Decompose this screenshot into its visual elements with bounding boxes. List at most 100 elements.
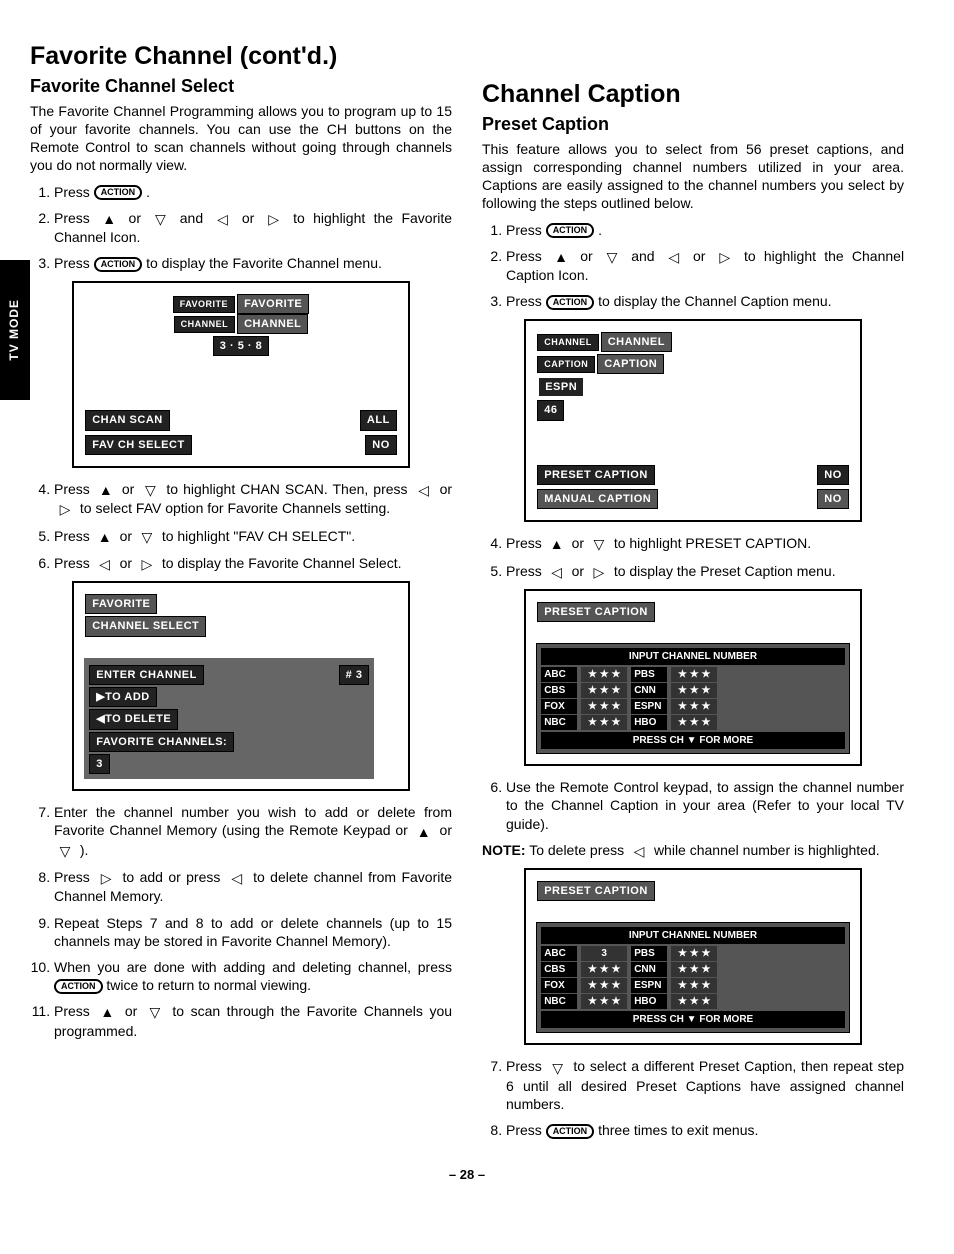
- channel-name: FOX: [541, 978, 577, 993]
- right-icon: ▷: [263, 210, 285, 228]
- channel-value: ★ ★ ★: [581, 699, 627, 714]
- fav-step-4: Press ▲ or ▽ to highlight CHAN SCAN. The…: [54, 480, 452, 519]
- action-button-icon: ACTION: [94, 257, 143, 272]
- page-number: – 28 –: [30, 1167, 904, 1184]
- osd-text: CHANNEL: [237, 314, 308, 334]
- fav-step-9: Repeat Steps 7 and 8 to add or delete ch…: [54, 914, 452, 950]
- left-column: Favorite Channel (cont'd.) Favorite Chan…: [30, 40, 452, 1147]
- caption-steps-cont3: Press ▽ to select a different Preset Cap…: [482, 1057, 904, 1139]
- fav-step-7: Enter the channel number you wish to add…: [54, 803, 452, 860]
- action-button-icon: ACTION: [94, 185, 143, 200]
- osd-table-row: CBS★ ★ ★CNN★ ★ ★: [541, 962, 845, 977]
- fav-step-6: Press ◁ or ▷ to display the Favorite Cha…: [54, 554, 452, 573]
- osd-screen-preset-caption-2: PRESET CAPTION INPUT CHANNEL NUMBER ABC3…: [524, 868, 862, 1045]
- channel-name: HBO: [631, 715, 667, 730]
- channel-name: CBS: [541, 962, 577, 977]
- caption-steps-cont: Press ▲ or ▽ to highlight PRESET CAPTION…: [482, 534, 904, 581]
- right-icon: ▷: [95, 869, 117, 887]
- osd-table-header: INPUT CHANNEL NUMBER: [541, 648, 845, 665]
- channel-name: CBS: [541, 683, 577, 698]
- osd-text: ENTER CHANNEL: [89, 665, 204, 685]
- side-tab: TV MODE: [0, 260, 30, 400]
- side-tab-text: TV MODE: [7, 299, 23, 361]
- osd-text: NO: [817, 465, 849, 485]
- left-icon: ◁: [628, 842, 650, 860]
- osd-table-footer: PRESS CH ▼ FOR MORE: [541, 1011, 845, 1028]
- osd-text: FAVORITE: [173, 296, 235, 314]
- action-button-icon: ACTION: [54, 979, 103, 994]
- osd-text: FAVORITE: [85, 594, 157, 614]
- action-button-icon: ACTION: [546, 1124, 595, 1139]
- cap-step-8: Press ACTION three times to exit menus.: [506, 1121, 904, 1139]
- channel-value: ★ ★ ★: [581, 962, 627, 977]
- osd-text: PRESET CAPTION: [537, 881, 655, 901]
- channel-value: ★ ★ ★: [581, 683, 627, 698]
- channel-name: PBS: [631, 667, 667, 682]
- down-icon: ▽: [139, 481, 161, 499]
- osd-table-footer: PRESS CH ▼ FOR MORE: [541, 732, 845, 749]
- channel-value: ★ ★ ★: [671, 978, 717, 993]
- right-column: Channel Caption Preset Caption This feat…: [482, 40, 904, 1147]
- left-icon: ◁: [226, 869, 248, 887]
- right-icon: ▷: [136, 555, 158, 573]
- channel-name: FOX: [541, 699, 577, 714]
- osd-text: CHANNEL: [537, 334, 599, 352]
- osd-text: PRESET CAPTION: [537, 465, 655, 485]
- down-icon: ▽: [136, 528, 158, 546]
- osd-text: NO: [817, 489, 849, 509]
- up-icon: ▲: [95, 481, 117, 499]
- channel-value: ★ ★ ★: [671, 994, 717, 1009]
- fav-steps: Press ACTION . Press ▲ or ▽ and ◁ or ▷ t…: [30, 183, 452, 273]
- channel-name: ABC: [541, 946, 577, 961]
- osd-table-row: ABC3PBS★ ★ ★: [541, 946, 845, 961]
- cap-step-3: Press ACTION to display the Channel Capt…: [506, 292, 904, 310]
- left-icon: ◁: [546, 563, 568, 581]
- channel-value: ★ ★ ★: [581, 978, 627, 993]
- channel-name: NBC: [541, 715, 577, 730]
- osd-screen-channel-caption: CHANNELCHANNEL CAPTIONCAPTION ESPN 46 PR…: [524, 319, 862, 523]
- left-icon: ◁: [413, 481, 435, 499]
- osd-table-row: CBS★ ★ ★CNN★ ★ ★: [541, 683, 845, 698]
- osd-text: MANUAL CAPTION: [537, 489, 658, 509]
- osd-text: ▶TO ADD: [89, 687, 157, 707]
- osd-table-row: FOX★ ★ ★ESPN★ ★ ★: [541, 978, 845, 993]
- manual-page: TV MODE Favorite Channel (cont'd.) Favor…: [30, 40, 904, 1184]
- channel-name: CNN: [631, 962, 667, 977]
- osd-preset-table: INPUT CHANNEL NUMBER ABC3PBS★ ★ ★CBS★ ★ …: [536, 922, 850, 1033]
- osd-table-row: ABC★ ★ ★PBS★ ★ ★: [541, 667, 845, 682]
- channel-value: ★ ★ ★: [581, 667, 627, 682]
- caption-steps-cont2: Use the Remote Control keypad, to assign…: [482, 778, 904, 833]
- fav-step-3: Press ACTION to display the Favorite Cha…: [54, 254, 452, 272]
- osd-text: ESPN: [537, 376, 585, 398]
- note-label: NOTE:: [482, 842, 526, 858]
- fav-step-5: Press ▲ or ▽ to highlight "FAV CH SELECT…: [54, 527, 452, 546]
- osd-text: CHANNEL: [601, 332, 672, 352]
- caption-intro: This feature allows you to select from 5…: [482, 140, 904, 213]
- up-icon: ▲: [98, 210, 120, 228]
- osd-text: # 3: [339, 665, 370, 685]
- osd-preset-table: INPUT CHANNEL NUMBER ABC ★ ★ ★ PBS ★ ★ ★ CBS…: [536, 643, 850, 754]
- cap-step-2: Press ▲ or ▽ and ◁ or ▷ to highlight the…: [506, 247, 904, 284]
- channel-value: ★ ★ ★: [581, 715, 627, 730]
- fav-intro: The Favorite Channel Programming allows …: [30, 102, 452, 175]
- osd-screen-preset-caption-1: PRESET CAPTION INPUT CHANNEL NUMBER ABC★…: [524, 589, 862, 766]
- fav-step-8: Press ▷ to add or press ◁ to delete chan…: [54, 868, 452, 905]
- channel-name: PBS: [631, 946, 667, 961]
- up-icon: ▲: [550, 248, 572, 266]
- channel-name: ABC: [541, 667, 577, 682]
- cap-step-7: Press ▽ to select a different Preset Cap…: [506, 1057, 904, 1113]
- left-icon: ◁: [94, 555, 116, 573]
- heading-channel-caption: Channel Caption: [482, 78, 904, 111]
- osd-table-row: FOX★ ★ ★ESPN★ ★ ★: [541, 699, 845, 714]
- channel-value: ★ ★ ★: [671, 683, 717, 698]
- osd-text: ◀TO DELETE: [89, 709, 178, 729]
- down-icon: ▽: [588, 536, 610, 554]
- fav-step-2: Press ▲ or ▽ and ◁ or ▷ to highlight the…: [54, 209, 452, 246]
- up-icon: ▲: [546, 536, 568, 554]
- osd-text: 3: [89, 754, 110, 774]
- heading-favorite-channel: Favorite Channel (cont'd.): [30, 40, 452, 73]
- osd-text: ALL: [360, 410, 397, 430]
- right-icon: ▷: [54, 501, 76, 519]
- osd-screen-fav-select: FAVORITE CHANNEL SELECT ENTER CHANNEL # …: [72, 581, 410, 791]
- note: NOTE: To delete press ◁ while channel nu…: [482, 841, 904, 860]
